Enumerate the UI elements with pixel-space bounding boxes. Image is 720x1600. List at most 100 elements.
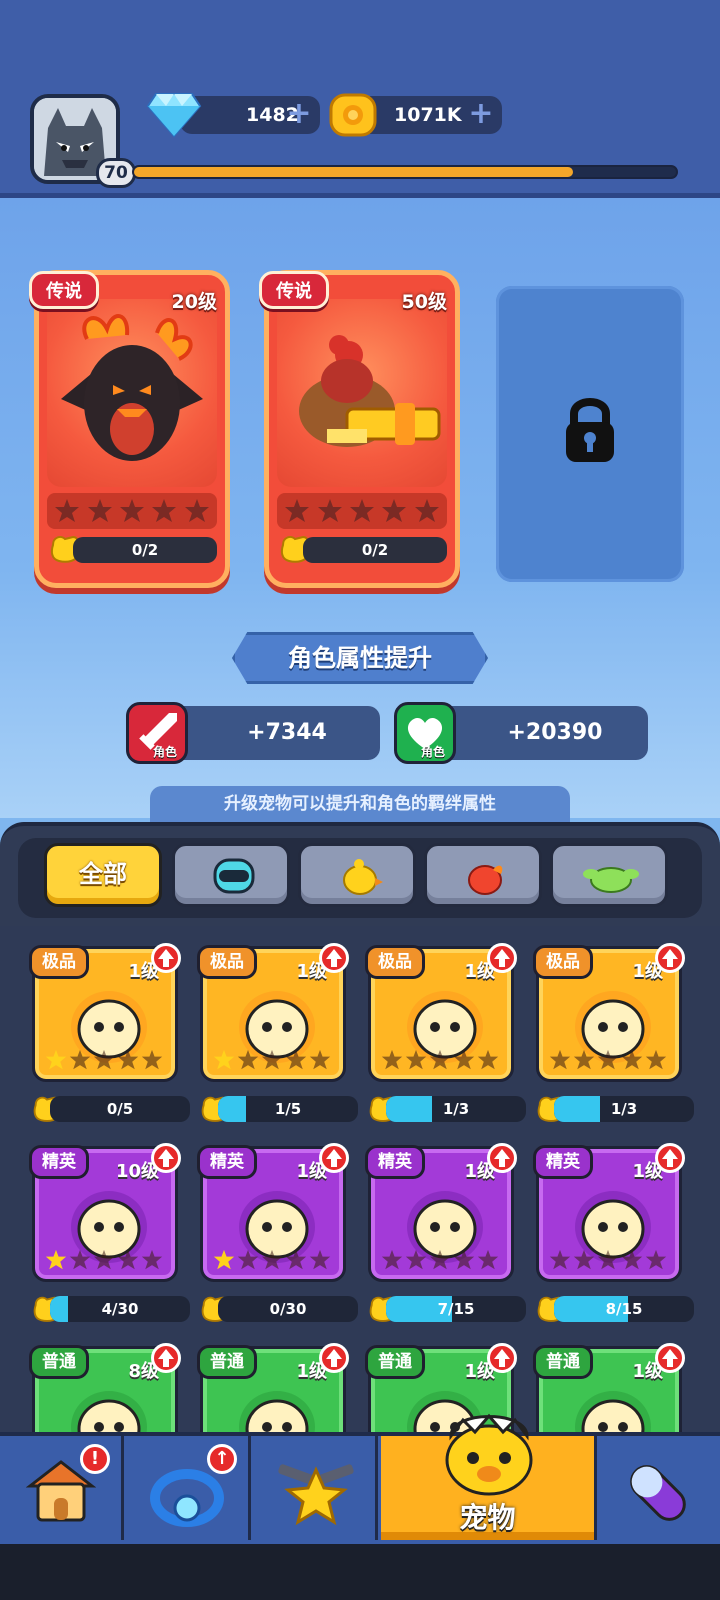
star-empty-icon <box>152 499 177 522</box>
pet-grid-item[interactable]: 精英 1级 <box>533 1143 685 1282</box>
rarity-tag: 普通 <box>197 1345 257 1379</box>
star-rating <box>45 1049 163 1071</box>
star-empty-icon <box>69 1049 91 1070</box>
tab-all[interactable]: 全部 <box>44 843 162 907</box>
rarity-tag: 普通 <box>365 1345 425 1379</box>
star-empty-icon <box>429 1049 451 1070</box>
equipped-pet-card-2[interactable]: 传说 50级 0/2 <box>259 270 460 588</box>
star-rating <box>213 1049 331 1071</box>
gold-coin-icon <box>329 93 377 137</box>
rarity-tag: 精英 <box>29 1145 89 1179</box>
player-level-badge: 70 <box>96 158 136 188</box>
diamond-icon <box>146 93 202 138</box>
pet-grid-item[interactable]: 精英 1级 <box>197 1143 349 1282</box>
rarity-tag: 普通 <box>533 1345 593 1379</box>
star-empty-icon <box>382 499 407 522</box>
star-empty-icon <box>645 1249 667 1270</box>
upgrade-available-icon <box>655 1143 685 1173</box>
tab-chick[interactable] <box>298 843 416 907</box>
star-empty-icon <box>405 1249 427 1270</box>
star-empty-icon <box>285 1049 307 1070</box>
add-gems-button[interactable]: + <box>286 99 312 129</box>
star-rating <box>45 1249 163 1271</box>
progress-text: 0/5 <box>106 1100 134 1118</box>
star-empty-icon <box>453 1049 475 1070</box>
star-empty-icon <box>69 1249 91 1270</box>
upgrade-available-icon <box>655 943 685 973</box>
nav-gear[interactable]: ↑ <box>127 1436 251 1540</box>
pet-shard-progress: 4/30 <box>50 1296 190 1322</box>
progress-text: 0/30 <box>269 1300 307 1318</box>
star-empty-icon <box>349 499 374 522</box>
star-empty-icon <box>573 1249 595 1270</box>
capsule-icon <box>630 1465 686 1521</box>
pet-grid-item[interactable]: 极品 1级 <box>29 943 181 1082</box>
star-empty-icon <box>621 1049 643 1070</box>
bond-bonus-title: 角色属性提升 <box>232 632 488 684</box>
pet-grid-item[interactable]: 极品 1级 <box>365 943 517 1082</box>
pet-portrait-frame <box>47 299 217 487</box>
rarity-tag: 普通 <box>29 1345 89 1379</box>
tab-robot[interactable] <box>172 843 290 907</box>
upgrade-available-icon <box>319 943 349 973</box>
nav-shop[interactable]: ! <box>0 1436 124 1540</box>
hp-bonus-value: +20390 <box>507 720 603 745</box>
tab-slime[interactable] <box>550 843 668 907</box>
star-empty-icon <box>117 1249 139 1270</box>
star-empty-icon <box>405 1049 427 1070</box>
tab-fire[interactable] <box>424 843 542 907</box>
star-empty-icon <box>237 1049 259 1070</box>
nav-pets[interactable]: 宠物 <box>381 1413 597 1540</box>
star-empty-icon <box>237 1249 259 1270</box>
pet-grid-item[interactable]: 精英 1级 <box>365 1143 517 1282</box>
pet-grid-item[interactable]: 极品 1级 <box>197 943 349 1082</box>
upgrade-available-icon <box>151 943 181 973</box>
star-empty-icon <box>117 1049 139 1070</box>
star-filled-icon <box>45 1049 67 1070</box>
pet-grid-item[interactable]: 极品 1级 <box>533 943 685 1082</box>
gold-counter: 1071K + <box>358 96 502 134</box>
locked-pet-slot[interactable] <box>496 286 684 582</box>
upgrade-available-icon <box>487 1343 517 1373</box>
progress-text: 1/3 <box>610 1100 638 1118</box>
star-empty-icon <box>381 1249 403 1270</box>
pet-shard-progress: 1/3 <box>386 1096 526 1122</box>
pet-shard-progress: 0/30 <box>218 1296 358 1322</box>
star-empty-icon <box>429 1249 451 1270</box>
attack-bonus: 角色 +7344 <box>126 702 380 764</box>
star-empty-icon <box>261 1049 283 1070</box>
rarity-tag: 精英 <box>533 1145 593 1179</box>
pet-shard-progress: 0/2 <box>73 537 217 563</box>
dragon-icon <box>61 314 203 461</box>
pet-egg-chick-icon <box>445 1413 533 1496</box>
star-empty-icon <box>285 499 310 522</box>
star-empty-icon <box>55 499 80 522</box>
nav-battle[interactable] <box>254 1436 378 1540</box>
upgrade-available-icon <box>319 1343 349 1373</box>
pet-shard-progress: 1/5 <box>218 1096 358 1122</box>
pet-level: 20级 <box>171 291 217 313</box>
star-rating <box>47 493 217 529</box>
xp-bar-fill <box>134 167 574 177</box>
progress-text: 4/30 <box>101 1300 139 1318</box>
hp-bonus-tag: 角色 <box>421 745 446 759</box>
upgrade-available-icon <box>655 1343 685 1373</box>
pet-grid-item[interactable]: 精英 10级 <box>29 1143 181 1282</box>
slime-filter-icon <box>583 867 639 893</box>
pet-shard-progress: 7/15 <box>386 1296 526 1322</box>
upgrade-available-icon <box>487 943 517 973</box>
lock-icon <box>566 398 614 462</box>
star-rating <box>381 1249 499 1271</box>
rarity-tag: 极品 <box>29 945 89 979</box>
nav-items[interactable] <box>597 1436 720 1540</box>
gold-count: 1071K <box>394 104 462 126</box>
pet-shard-progress: 8/15 <box>554 1296 694 1322</box>
star-empty-icon <box>119 499 144 522</box>
pet-level: 50级 <box>401 291 447 313</box>
pet-shard-progress: 1/3 <box>554 1096 694 1122</box>
bond-hint-text: 升级宠物可以提升和角色的羁绊属性 <box>150 786 570 822</box>
add-gold-button[interactable]: + <box>468 99 494 129</box>
pet-shard-progress: 0/2 <box>303 537 447 563</box>
equipped-pet-card-1[interactable]: 传说 20级 0/2 <box>29 270 230 588</box>
heart-icon: 角色 <box>394 702 456 764</box>
